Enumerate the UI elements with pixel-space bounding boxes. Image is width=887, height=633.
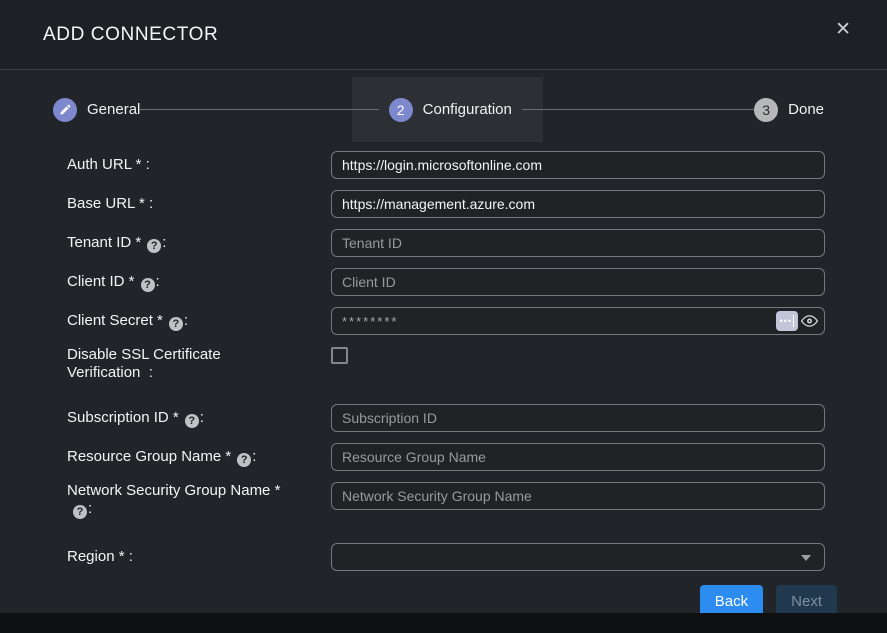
tenant-id-label: Tenant ID *?: — [67, 234, 331, 253]
back-button[interactable]: Back — [700, 585, 763, 613]
add-connector-modal: ADD CONNECTOR ✕ General 2 Configuration … — [0, 0, 887, 633]
step-3-badge: 3 — [754, 98, 778, 122]
disable-ssl-label: Disable SSL Certificate Verification : — [67, 346, 331, 382]
subscription-id-input[interactable] — [331, 404, 825, 432]
step-done-label: Done — [788, 101, 824, 118]
field-row-base-url: Base URL * : — [67, 190, 825, 218]
disable-ssl-checkbox[interactable] — [331, 347, 348, 364]
autofill-ellipsis-icon[interactable]: ••• — [776, 311, 798, 331]
nsg-input[interactable] — [331, 482, 825, 510]
field-row-subscription-id: Subscription ID *?: — [67, 404, 825, 432]
auth-url-input[interactable] — [331, 151, 825, 179]
region-select[interactable] — [331, 543, 825, 571]
step-general-label: General — [87, 101, 140, 118]
next-button[interactable]: Next — [776, 585, 837, 613]
region-label-text: Region * : — [67, 548, 133, 565]
stepper-connector — [543, 109, 754, 110]
label-colon: : — [156, 273, 160, 290]
page-background-strip — [0, 613, 887, 633]
modal-title: ADD CONNECTOR — [43, 24, 218, 46]
subscription-id-label: Subscription ID *?: — [67, 409, 331, 428]
modal-header: ADD CONNECTOR ✕ — [0, 0, 887, 70]
field-row-auth-url: Auth URL * : — [67, 151, 825, 179]
stepper-segment — [522, 109, 543, 110]
step-configuration[interactable]: 2 Configuration — [352, 77, 543, 142]
region-label: Region * : — [67, 548, 331, 566]
help-icon[interactable]: ? — [141, 278, 155, 292]
text-cursor-bar — [793, 315, 795, 327]
field-row-disable-ssl: Disable SSL Certificate Verification : — [67, 346, 825, 392]
label-colon: : — [88, 500, 92, 517]
resource-group-input[interactable] — [331, 443, 825, 471]
step-done[interactable]: 3 Done — [754, 98, 824, 122]
help-icon[interactable]: ? — [73, 505, 87, 519]
auth-url-label: Auth URL * : — [67, 156, 331, 174]
resource-group-label: Resource Group Name *?: — [67, 448, 331, 467]
ellipsis-dots: ••• — [780, 317, 792, 326]
disable-ssl-label-line2: Verification : — [67, 364, 311, 382]
label-colon: : — [184, 312, 188, 329]
base-url-input[interactable] — [331, 190, 825, 218]
modal-body: General 2 Configuration 3 Done Auth URL … — [0, 70, 887, 613]
stepper-segment — [352, 109, 379, 110]
label-colon: : — [200, 409, 204, 426]
field-row-client-secret: Client Secret *?: ••• — [67, 307, 825, 335]
subscription-id-label-text: Subscription ID * — [67, 409, 179, 426]
tenant-id-label-text: Tenant ID * — [67, 234, 141, 251]
nsg-label: Network Security Group Name * ?: — [67, 482, 331, 519]
close-icon[interactable]: ✕ — [835, 20, 851, 39]
tenant-id-input[interactable] — [331, 229, 825, 257]
field-row-tenant-id: Tenant ID *?: — [67, 229, 825, 257]
stepper-connector — [140, 109, 351, 110]
chevron-down-icon — [801, 555, 811, 561]
client-secret-label-text: Client Secret * — [67, 312, 163, 329]
edit-pencil-icon — [53, 98, 77, 122]
help-icon[interactable]: ? — [237, 453, 251, 467]
help-icon[interactable]: ? — [185, 414, 199, 428]
action-buttons: Back Next — [0, 585, 837, 613]
client-secret-input[interactable] — [331, 307, 825, 335]
field-row-resource-group: Resource Group Name *?: — [67, 443, 825, 471]
disable-ssl-label-line1: Disable SSL Certificate — [67, 346, 311, 364]
auth-url-label-text: Auth URL * : — [67, 156, 150, 173]
client-secret-label: Client Secret *?: — [67, 312, 331, 331]
client-id-label-text: Client ID * — [67, 273, 135, 290]
client-id-label: Client ID *?: — [67, 273, 331, 292]
help-icon[interactable]: ? — [147, 239, 161, 253]
wizard-stepper: General 2 Configuration 3 Done — [53, 77, 824, 142]
step-2-badge: 2 — [389, 98, 413, 122]
field-row-client-id: Client ID *?: — [67, 268, 825, 296]
step-general[interactable]: General — [53, 98, 140, 122]
resource-group-label-text: Resource Group Name * — [67, 448, 231, 465]
nsg-label-text: Network Security Group Name * — [67, 482, 280, 499]
base-url-label-text: Base URL * : — [67, 195, 153, 212]
label-colon: : — [252, 448, 256, 465]
client-id-input[interactable] — [331, 268, 825, 296]
base-url-label: Base URL * : — [67, 195, 331, 213]
show-password-eye-icon[interactable] — [800, 314, 819, 328]
help-icon[interactable]: ? — [169, 317, 183, 331]
label-colon: : — [162, 234, 166, 251]
field-row-nsg: Network Security Group Name * ?: — [67, 482, 825, 528]
field-row-region: Region * : — [67, 543, 825, 571]
step-configuration-label: Configuration — [423, 101, 512, 118]
